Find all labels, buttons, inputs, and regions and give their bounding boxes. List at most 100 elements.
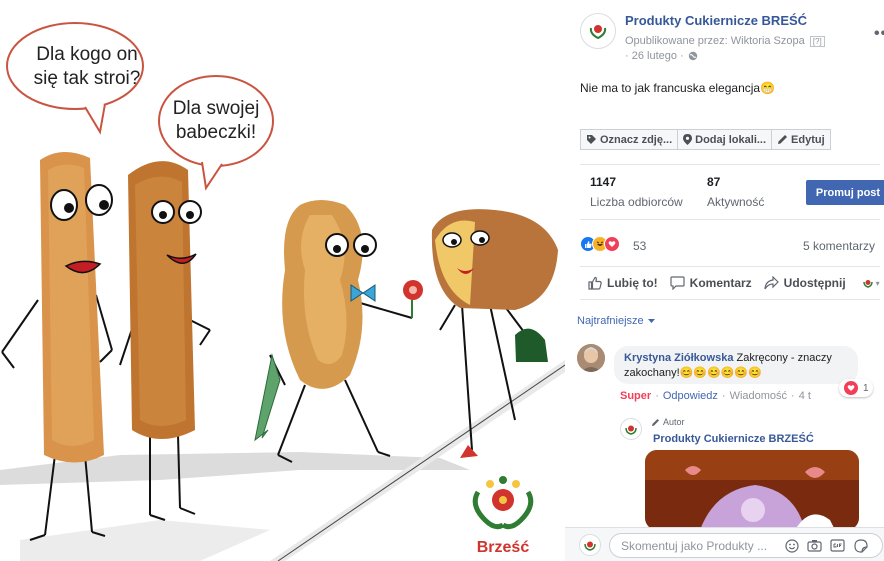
meta-separator: ·	[721, 390, 726, 402]
post-date[interactable]: · 26 lutego ·	[625, 50, 684, 62]
sticker-button[interactable]	[853, 538, 868, 553]
page-name-link[interactable]: Produkty Cukiernicze BREŚĆ	[625, 13, 807, 28]
brand-text: Brześć	[477, 539, 530, 556]
edit-label: Edytuj	[791, 133, 825, 146]
reach-value: 1147	[590, 175, 617, 189]
comment-button[interactable]: Komentarz	[670, 276, 752, 290]
sort-label: Najtrafniejsze	[577, 315, 644, 327]
reply-author[interactable]: Produkty Cukiernicze BRZEŚĆ	[653, 433, 814, 445]
comment-composer	[565, 527, 884, 561]
reply-gif[interactable]	[645, 450, 859, 530]
comment-reaction-count: 1	[863, 382, 869, 394]
comment-bubble: Krystyna Ziółkowska Zakręcony - znaczy z…	[614, 346, 858, 384]
promote-post-button[interactable]: Promuj post	[806, 180, 884, 205]
like-button[interactable]: Lubię to!	[588, 276, 658, 290]
camera-icon	[807, 540, 822, 552]
reply-avatar[interactable]	[620, 418, 642, 440]
pencil-icon	[652, 418, 659, 426]
post-image[interactable]: Dla kogo on się tak stroi? Dla swojej ba…	[0, 0, 565, 561]
reply-link[interactable]: Odpowiedz	[663, 390, 718, 402]
pencil-icon	[778, 135, 788, 144]
handbag-icon	[515, 328, 548, 362]
gif-image	[645, 450, 859, 530]
comment-author[interactable]: Krystyna Ziółkowska	[624, 352, 733, 364]
brzesc-logo-icon	[862, 280, 873, 288]
photo-button[interactable]	[807, 538, 822, 553]
comment-icon	[670, 276, 685, 290]
post-date-row: · 26 lutego ·	[625, 50, 698, 62]
brzesc-logo-icon	[625, 425, 637, 435]
published-by: Opublikowane przez: Wiktoria Szopa [?]	[625, 35, 825, 47]
composer-avatar[interactable]	[579, 534, 601, 556]
message-link[interactable]: Wiadomość	[730, 390, 787, 402]
brzesc-logo-icon	[589, 25, 607, 40]
tag-icon	[587, 135, 596, 144]
thumbs-up-icon	[588, 276, 602, 290]
love-reaction-icon	[843, 380, 859, 396]
super-reaction-link[interactable]: Super	[620, 390, 651, 402]
bubble-right-line1: Dla swojej	[173, 98, 260, 119]
post-header: Produkty Cukiernicze BREŚĆ Opublikowane …	[580, 11, 884, 71]
comment-reaction-badge[interactable]: 1	[839, 379, 873, 397]
bow-tie-icon	[350, 284, 376, 302]
chevron-down-icon	[647, 319, 655, 323]
published-by-text[interactable]: Opublikowane przez: Wiktoria Szopa	[625, 35, 805, 47]
comment-sort-dropdown[interactable]: Najtrafniejsze	[577, 315, 655, 327]
reach-stat[interactable]: 1147 Liczba odbiorców	[590, 175, 683, 209]
post-actions: Lubię to! Komentarz Udostępnij ▾	[580, 266, 880, 300]
reach-label: Liczba odbiorców	[590, 195, 683, 209]
meta-separator: ·	[791, 390, 795, 402]
tag-photo-button[interactable]: Oznacz zdję...	[580, 129, 679, 150]
author-badge-label: Autor	[663, 417, 685, 427]
reaction-count[interactable]: 53	[633, 239, 646, 253]
comment-meta: Super · Odpowiedz · Wiadomość · 4 t	[620, 390, 811, 402]
post-text: Nie ma to jak francuska elegancja😁	[580, 81, 776, 95]
meta-separator: ·	[655, 390, 659, 402]
page-avatar[interactable]	[580, 13, 616, 49]
comment-label: Komentarz	[689, 276, 752, 290]
comment-time[interactable]: 4 t	[799, 390, 811, 402]
love-reaction-icon	[604, 236, 620, 252]
commenter-avatar[interactable]	[577, 344, 605, 372]
post-tools: Oznacz zdję... Dodaj lokali... Edytuj	[580, 129, 831, 150]
emoji-button[interactable]	[784, 538, 799, 553]
share-label: Udostępnij	[783, 276, 846, 290]
reactions-summary: 53 5 komentarzy	[580, 236, 880, 256]
cartoon-illustration: Dla kogo on się tak stroi? Dla swojej ba…	[0, 22, 565, 561]
post-insights: 1147 Liczba odbiorców 87 Aktywność Promu…	[580, 164, 884, 220]
help-icon[interactable]: [?]	[809, 36, 825, 47]
avatar-photo	[577, 344, 605, 372]
bubble-left-line1: Dla kogo on	[36, 44, 137, 65]
author-badge: Autor	[651, 417, 685, 427]
palmier-character	[254, 200, 423, 463]
act-as-page-selector[interactable]: ▾	[862, 277, 880, 289]
share-button[interactable]: Udostępnij	[764, 276, 846, 290]
bubble-right-line2: babeczki!	[176, 122, 256, 143]
chevron-down-icon: ▾	[875, 278, 880, 288]
gif-button[interactable]	[830, 538, 845, 553]
floor-shadow	[20, 520, 270, 561]
bundt-cake-character	[431, 209, 558, 458]
post-details-panel: Produkty Cukiernicze BREŚĆ Opublikowane …	[565, 0, 884, 561]
bubble-left-line2: się tak stroi?	[34, 68, 141, 89]
more-options-button[interactable]: •••	[874, 25, 884, 43]
smiley-icon	[784, 538, 799, 553]
engagement-stat[interactable]: 87 Aktywność	[707, 175, 764, 209]
like-label: Lubię to!	[607, 276, 658, 290]
brzesc-logo: Brześć	[472, 476, 534, 556]
add-location-button[interactable]: Dodaj lokali...	[678, 129, 773, 150]
brzesc-logo-icon	[584, 541, 596, 551]
gif-icon	[830, 539, 845, 552]
engagement-label: Aktywność	[707, 195, 765, 209]
sticker-icon	[853, 538, 868, 553]
composer-tools	[784, 538, 868, 553]
edit-button[interactable]: Edytuj	[772, 129, 831, 150]
add-location-label: Dodaj lokali...	[695, 133, 767, 146]
location-pin-icon	[683, 134, 693, 145]
comment-count-link[interactable]: 5 komentarzy	[803, 239, 875, 253]
tag-photo-label: Oznacz zdję...	[600, 133, 673, 146]
speech-bubble-left: Dla kogo on się tak stroi?	[6, 22, 144, 135]
share-icon	[764, 276, 779, 290]
globe-icon[interactable]	[688, 51, 698, 61]
reaction-icons[interactable]	[580, 236, 620, 252]
